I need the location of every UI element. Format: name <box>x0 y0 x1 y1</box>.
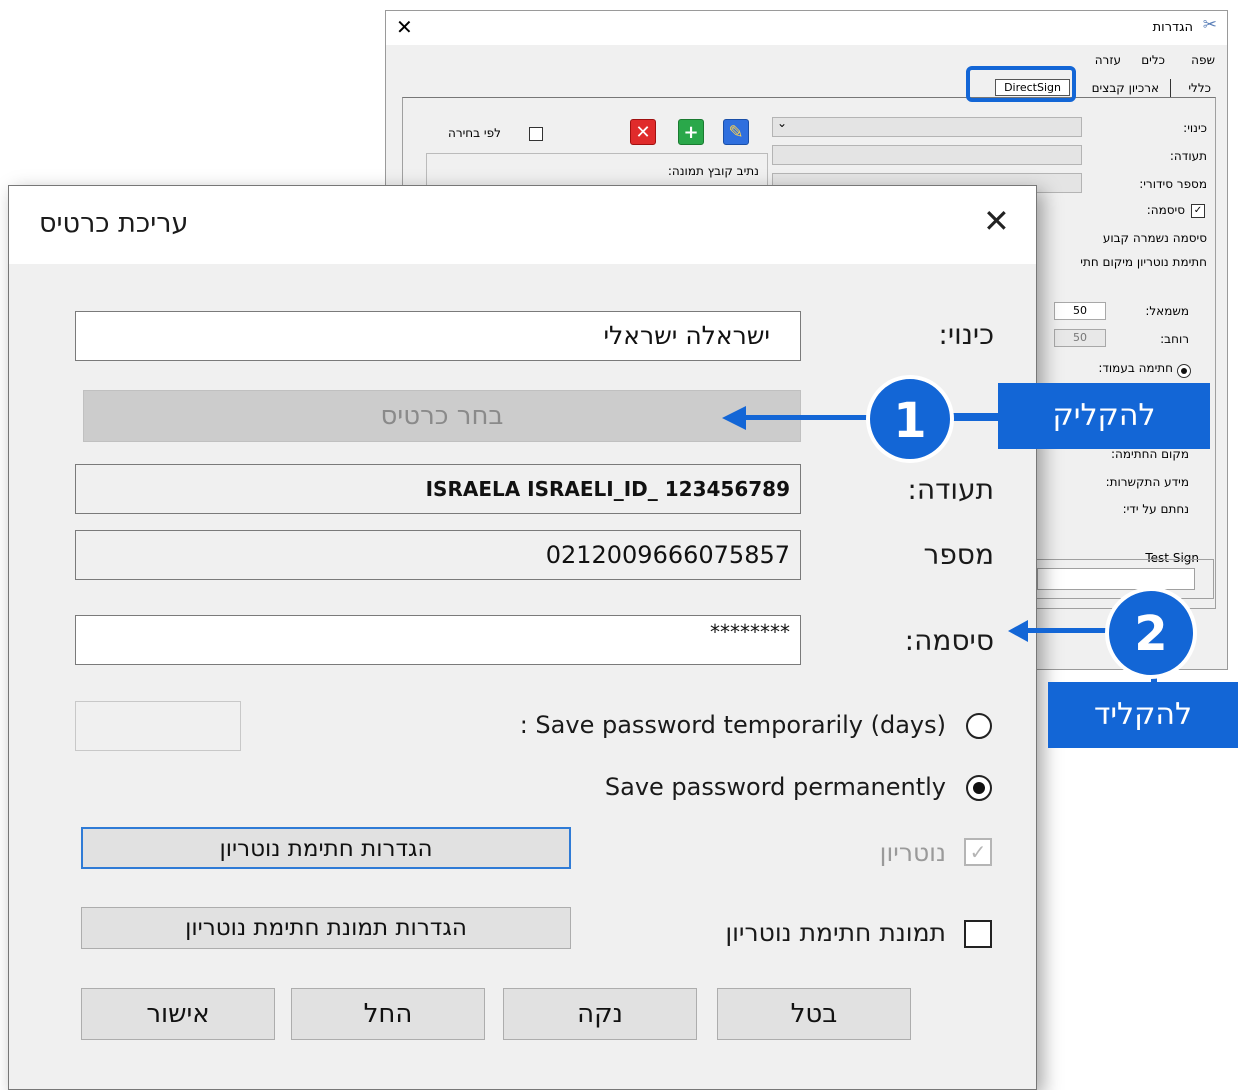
callout-1-arrowhead-icon <box>722 406 746 430</box>
settings-title: הגדרות <box>1152 20 1193 35</box>
test-sign-group <box>1036 559 1214 599</box>
dialog-close-icon[interactable]: ✕ <box>983 202 1010 240</box>
certificate-field: ISRAELA ISRAELI_ID_ 123456789 <box>75 464 801 514</box>
save-perm-radio[interactable] <box>966 775 992 801</box>
alias-input[interactable]: ישראלה ישראלי <box>75 311 801 361</box>
settings-titlebar: ✕ הגדרות ✂ <box>386 11 1227 45</box>
settings-tools-icon: ✂ <box>1202 15 1217 35</box>
save-temp-radio[interactable] <box>966 713 992 739</box>
width-label: רוחב: <box>1160 332 1189 346</box>
bg-alias-dropdown[interactable]: ⌄ <box>772 116 1082 137</box>
width-input[interactable]: 50 <box>1054 329 1106 347</box>
callout-2-arrowhead-icon <box>1008 620 1028 642</box>
callout-2-label: להקליד <box>1048 682 1238 748</box>
directsign-highlight <box>966 66 1076 102</box>
chevron-down-icon: ⌄ <box>777 116 788 130</box>
bg-cert-field <box>772 145 1082 165</box>
apply-button[interactable]: החל <box>291 988 485 1040</box>
callout-1-number: 1 <box>866 375 954 463</box>
test-sign-input[interactable] <box>1037 568 1195 590</box>
save-temp-label: : Save password temporarily (days) <box>519 711 946 739</box>
save-perm-label: Save password permanently <box>604 773 946 801</box>
bg-serial-label: מספר סידורי: <box>1139 177 1207 191</box>
ok-button[interactable]: אישור <box>81 988 275 1040</box>
cancel-button[interactable]: בטל <box>717 988 911 1040</box>
certificate-label: תעודה: <box>907 473 994 506</box>
notary-image-checkbox[interactable] <box>964 920 992 948</box>
delete-card-icon[interactable]: ✕ <box>630 119 656 145</box>
alias-label: כינוי: <box>938 318 994 351</box>
image-path-label: נתיב קובץ תמונה: <box>667 164 759 178</box>
bg-cert-label: תעודה: <box>1169 149 1207 163</box>
dialog-title: עריכת כרטיס <box>39 208 189 239</box>
settings-close-icon[interactable]: ✕ <box>396 15 413 39</box>
password-label: סיסמה: <box>904 624 994 657</box>
tab-general[interactable]: כללי <box>1188 81 1211 95</box>
by-choice-label: לפי בחירה <box>448 126 501 140</box>
edit-card-dialog: עריכת כרטיס ✕ כינוי: ישראלה ישראלי בחר כ… <box>8 185 1037 1090</box>
clear-button[interactable]: נקה <box>503 988 697 1040</box>
contact-info-label: מידע התקשרות: <box>1105 475 1189 489</box>
menu-language[interactable]: שפה <box>1191 53 1215 67</box>
notary-checkbox[interactable]: ✓ <box>964 838 992 866</box>
tab-file-archive[interactable]: ארכיון קבצים <box>1092 81 1159 95</box>
edit-card-icon[interactable]: ✎ <box>723 119 749 145</box>
callout-1-label: להקליק <box>998 383 1210 449</box>
callout-2-number: 2 <box>1105 587 1197 679</box>
notary-image-settings-button[interactable]: הגדרות תמונת חתימת נוטריון <box>81 907 571 949</box>
notary-settings-button[interactable]: הגדרות חתימת נוטריון <box>81 827 571 869</box>
left-offset-label: משמאל: <box>1145 304 1189 318</box>
number-label: מספר <box>923 538 994 571</box>
page-sig-label: חתימה בעמוד: <box>1098 361 1173 375</box>
menu-help[interactable]: עזרה <box>1095 53 1121 67</box>
bg-password-checkbox[interactable]: ✓ <box>1191 204 1205 218</box>
menu-tools[interactable]: כלים <box>1141 53 1165 67</box>
bg-notary-sig-label: חתימת נוטריון מיקום חתי <box>1080 255 1207 269</box>
left-offset-input[interactable]: 50 <box>1054 302 1106 320</box>
bg-password-saved-label: סיסמה נשמרה קבוע <box>1102 231 1207 245</box>
choose-card-button[interactable]: בחר כרטיס <box>83 390 801 442</box>
dialog-titlebar: עריכת כרטיס ✕ <box>9 186 1036 264</box>
password-input[interactable]: ******** <box>75 615 801 665</box>
by-choice-checkbox[interactable] <box>529 127 543 141</box>
save-temp-days-input[interactable] <box>75 701 241 751</box>
signed-by-label: נחתם על ידי: <box>1122 502 1189 516</box>
page-sig-radio[interactable] <box>1177 364 1191 378</box>
bg-alias-label: כינוי: <box>1183 121 1207 135</box>
notary-label: נוטריון <box>879 838 946 867</box>
sig-location-label: מקום החתימה: <box>1111 447 1189 461</box>
bg-password-label: סיסמה: <box>1146 203 1185 217</box>
notary-image-label: תמונת חתימת נוטריון <box>725 918 946 947</box>
add-card-icon[interactable]: + <box>678 119 704 145</box>
number-field: 0212009666075857 <box>75 530 801 580</box>
